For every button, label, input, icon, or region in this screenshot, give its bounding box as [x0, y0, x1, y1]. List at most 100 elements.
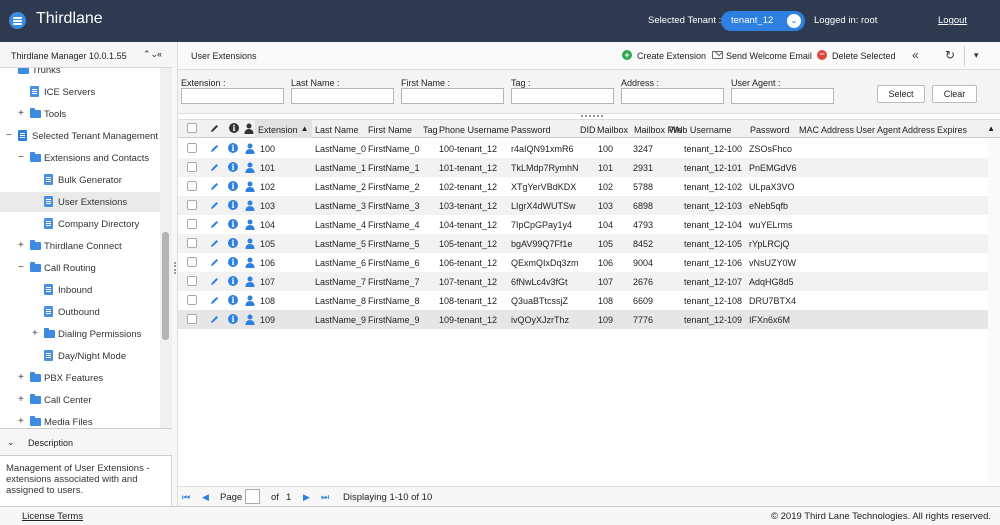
- row-checkbox[interactable]: [187, 295, 197, 305]
- edit-pencil-icon[interactable]: [209, 257, 219, 267]
- license-terms-link[interactable]: License Terms: [22, 511, 83, 522]
- column-header-first-name[interactable]: First Name: [368, 125, 412, 135]
- tag-filter-input[interactable]: [511, 88, 614, 104]
- row-checkbox[interactable]: [187, 257, 197, 267]
- info-icon[interactable]: i: [228, 219, 238, 229]
- info-icon[interactable]: i: [228, 181, 238, 191]
- expand-icon[interactable]: +: [32, 328, 38, 339]
- grid-scrollbar[interactable]: [988, 138, 1000, 490]
- edit-pencil-icon[interactable]: [209, 181, 219, 191]
- table-row[interactable]: i 102 LastName_2 FirstName_2 102-tenant_12 XT…: [178, 177, 988, 196]
- user-icon[interactable]: [245, 295, 255, 306]
- last-name-filter-input[interactable]: [291, 88, 394, 104]
- sidebar-item-outbound[interactable]: Outbound: [0, 302, 160, 322]
- previous-page-icon[interactable]: ◀: [202, 492, 209, 503]
- row-checkbox[interactable]: [187, 238, 197, 248]
- user-agent-filter-input[interactable]: [731, 88, 834, 104]
- table-row[interactable]: i 103 LastName_3 FirstName_3 103-tenant_12 LI…: [178, 196, 988, 215]
- collapse-panel-icon[interactable]: «: [912, 48, 919, 62]
- last-page-icon[interactable]: ⏭: [321, 492, 329, 503]
- first-page-icon[interactable]: ⏮: [182, 492, 190, 503]
- table-row[interactable]: i 101 LastName_1 FirstName_1 101-tenant_12 Tk…: [178, 158, 988, 177]
- column-header-mac-address[interactable]: MAC Address: [799, 125, 854, 135]
- sidebar-item-thirdlane-connect[interactable]: + Thirdlane Connect: [0, 236, 160, 256]
- expand-icon[interactable]: +: [18, 372, 24, 383]
- info-icon[interactable]: i: [228, 295, 238, 305]
- logout-link[interactable]: Logout: [938, 15, 967, 26]
- column-header-did[interactable]: DID: [580, 125, 596, 135]
- sidebar-item-company-directory[interactable]: Company Directory: [0, 214, 160, 234]
- menu-dropdown-icon[interactable]: ▾: [974, 50, 979, 61]
- user-icon[interactable]: [245, 257, 255, 268]
- expand-icon[interactable]: +: [18, 108, 24, 119]
- sidebar-item-bulk-generator[interactable]: Bulk Generator: [0, 170, 160, 190]
- sidebar-scrollbar-thumb[interactable]: [162, 232, 169, 340]
- sidebar-item-inbound[interactable]: Inbound: [0, 280, 160, 300]
- table-row[interactable]: i 108 LastName_8 FirstName_8 108-tenant_12 Q3…: [178, 291, 988, 310]
- edit-pencil-icon[interactable]: [209, 276, 219, 286]
- table-row[interactable]: i 104 LastName_4 FirstName_4 104-tenant_12 7I…: [178, 215, 988, 234]
- info-icon[interactable]: i: [228, 162, 238, 172]
- clear-button[interactable]: Clear: [932, 85, 977, 103]
- expand-all-icon[interactable]: ⌃⌄: [143, 49, 158, 60]
- sidebar-item-call-center[interactable]: + Call Center: [0, 390, 160, 410]
- column-header-password[interactable]: Password: [511, 125, 551, 135]
- collapse-sidebar-icon[interactable]: «: [157, 49, 162, 59]
- collapse-icon[interactable]: −: [6, 130, 12, 141]
- info-icon[interactable]: i: [228, 238, 238, 248]
- column-header-address[interactable]: Address: [902, 125, 935, 135]
- sidebar-item-day-night-mode[interactable]: Day/Night Mode: [0, 346, 160, 366]
- column-header-expires[interactable]: Expires: [937, 125, 967, 135]
- column-header-tag[interactable]: Tag: [423, 125, 438, 135]
- sidebar-item-extensions-and-contacts[interactable]: − Extensions and Contacts: [0, 148, 160, 168]
- user-icon[interactable]: [245, 200, 255, 211]
- expand-icon[interactable]: +: [18, 240, 24, 251]
- info-icon[interactable]: i: [228, 314, 238, 324]
- edit-pencil-icon[interactable]: [209, 200, 219, 210]
- info-icon[interactable]: i: [228, 257, 238, 267]
- table-row[interactable]: i 100 LastName_0 FirstName_0 100-tenant_12 r4…: [178, 139, 988, 158]
- column-header-extension[interactable]: Extension ▲: [255, 120, 312, 138]
- page-number-input[interactable]: [245, 489, 260, 504]
- info-icon[interactable]: i: [228, 276, 238, 286]
- sidebar-item-media-files[interactable]: + Media Files: [0, 412, 160, 428]
- description-panel-header[interactable]: ⌄ Description: [0, 428, 172, 456]
- user-icon[interactable]: [245, 238, 255, 249]
- column-header-phone-username[interactable]: Phone Username: [439, 125, 509, 135]
- user-icon[interactable]: [245, 143, 255, 154]
- info-icon[interactable]: i: [228, 143, 238, 153]
- address-filter-input[interactable]: [621, 88, 724, 104]
- delete-selected-button[interactable]: Delete Selected: [832, 51, 896, 61]
- user-icon[interactable]: [245, 219, 255, 230]
- table-row[interactable]: i 109 LastName_9 FirstName_9 109-tenant_12 iv…: [178, 310, 988, 329]
- send-welcome-email-button[interactable]: Send Welcome Email: [726, 51, 812, 61]
- select-all-checkbox[interactable]: [187, 123, 197, 133]
- row-checkbox[interactable]: [187, 181, 197, 191]
- edit-pencil-icon[interactable]: [209, 162, 219, 172]
- column-header-mailbox[interactable]: Mailbox: [597, 125, 628, 135]
- edit-pencil-icon[interactable]: [209, 295, 219, 305]
- edit-pencil-icon[interactable]: [209, 143, 219, 153]
- sidebar-item-tools[interactable]: + Tools: [0, 104, 160, 124]
- first-name-filter-input[interactable]: [401, 88, 504, 104]
- sidebar-item-pbx-features[interactable]: + PBX Features: [0, 368, 160, 388]
- column-header-web-username[interactable]: Web Username: [669, 125, 731, 135]
- sidebar-item-user-extensions[interactable]: User Extensions: [0, 192, 160, 212]
- extension-filter-input[interactable]: [181, 88, 284, 104]
- sidebar-item-selected-tenant-management[interactable]: − Selected Tenant Management: [0, 126, 160, 146]
- row-checkbox[interactable]: [187, 219, 197, 229]
- row-checkbox[interactable]: [187, 162, 197, 172]
- info-icon[interactable]: i: [228, 200, 238, 210]
- table-row[interactable]: i 106 LastName_6 FirstName_6 106-tenant_12 QE…: [178, 253, 988, 272]
- collapse-icon[interactable]: −: [18, 262, 24, 273]
- create-extension-button[interactable]: Create Extension: [637, 51, 706, 61]
- tenant-select[interactable]: tenant_12 ⌄: [721, 11, 805, 31]
- row-checkbox[interactable]: [187, 200, 197, 210]
- sidebar-scrollbar[interactable]: [160, 68, 172, 428]
- refresh-icon[interactable]: ↻: [945, 48, 955, 62]
- user-icon[interactable]: [245, 181, 255, 192]
- edit-pencil-icon[interactable]: [209, 219, 219, 229]
- sidebar-item-ice-servers[interactable]: ICE Servers: [0, 82, 160, 102]
- edit-pencil-icon[interactable]: [209, 238, 219, 248]
- table-row[interactable]: i 107 LastName_7 FirstName_7 107-tenant_12 6f…: [178, 272, 988, 291]
